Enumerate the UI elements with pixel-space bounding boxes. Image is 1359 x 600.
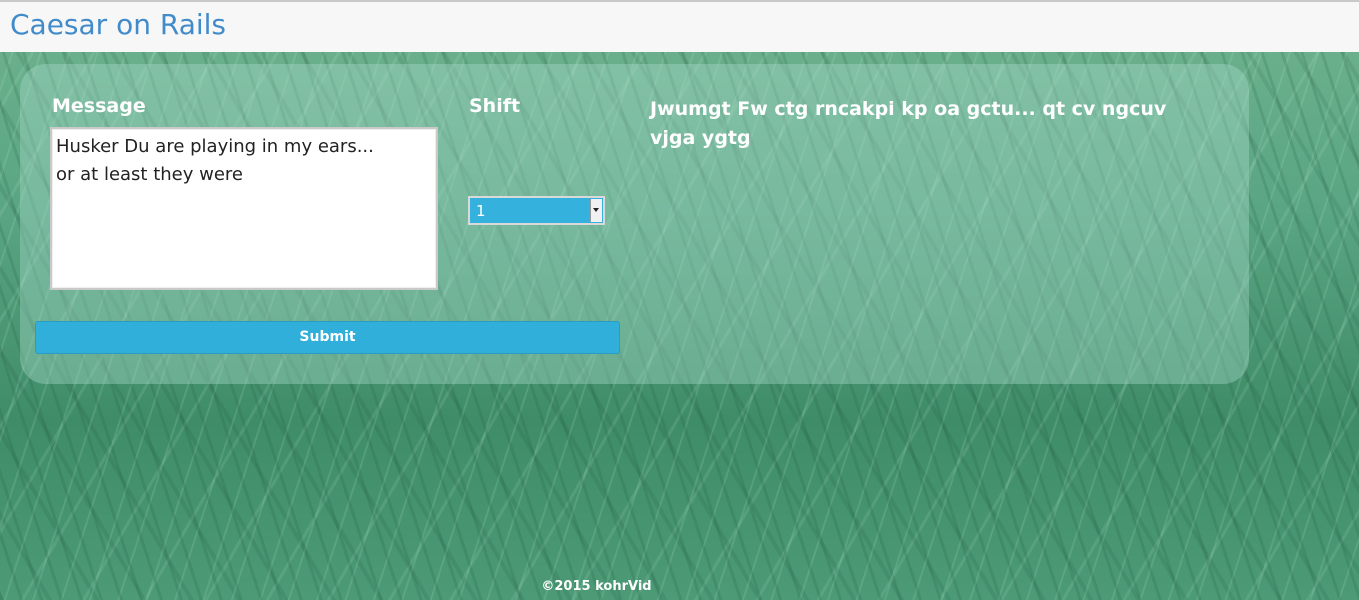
encrypted-output: Jwumgt Fw ctg rncakpi kp oa gctu... qt c… bbox=[650, 98, 1167, 149]
shift-select[interactable]: 1 bbox=[468, 196, 605, 225]
message-textarea[interactable] bbox=[50, 127, 438, 290]
dropdown-arrow-icon[interactable] bbox=[590, 199, 602, 222]
shift-label: Shift bbox=[469, 95, 521, 117]
top-navbar: Caesar on Rails bbox=[0, 0, 1359, 52]
app-title[interactable]: Caesar on Rails bbox=[10, 8, 226, 41]
submit-button[interactable]: Submit bbox=[35, 321, 620, 354]
message-label: Message bbox=[52, 95, 146, 117]
footer-copyright: ©2015 kohrVid bbox=[541, 579, 652, 594]
shift-selected-value: 1 bbox=[476, 202, 486, 220]
